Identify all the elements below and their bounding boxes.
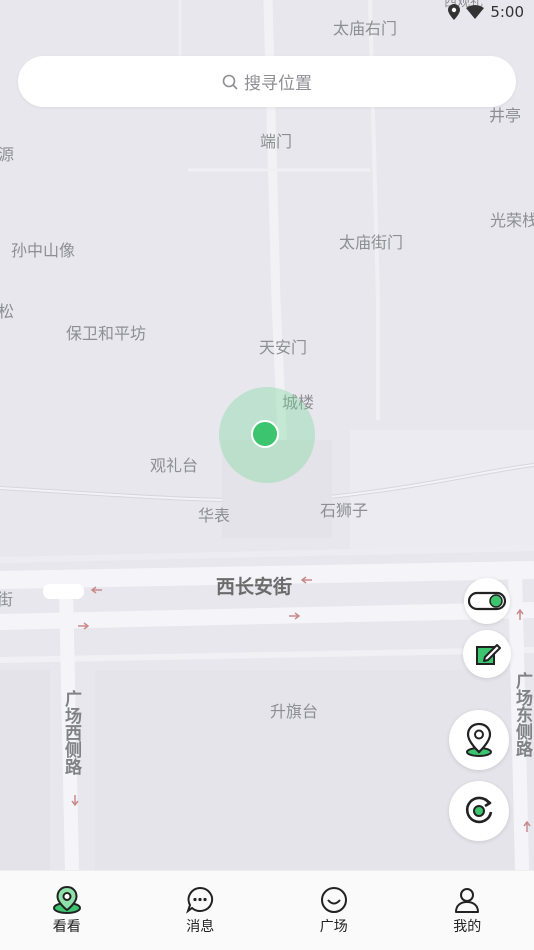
refresh-target-icon [463,795,495,827]
map-label-guangchang-west: 广场西侧路 [62,690,80,775]
map-label-jie: 街 [0,586,13,610]
edit-post-button[interactable] [463,630,511,678]
map-label-xichangan: 西长安街 [216,572,292,599]
locate-me-button[interactable] [449,710,509,770]
map-label-song: 松 [0,298,14,322]
tab-look[interactable]: 看看 [0,871,134,950]
map-label-duanmen: 端门 [260,128,292,152]
search-icon [222,74,238,90]
bottom-tab-bar: 看看 消息 广场 我的 [0,870,534,950]
map-label-taimiao-right-gate: 太庙右门 [333,15,397,39]
tab-plaza-label: 广场 [320,916,348,936]
search-placeholder: 搜寻位置 [244,69,312,94]
map-pin-icon [52,886,82,914]
visibility-toggle-button[interactable] [464,578,510,624]
status-bar: 5:00 [448,3,524,21]
user-icon [453,886,481,914]
tab-plaza[interactable]: 广场 [267,871,401,950]
map-label-shishizi: 石狮子 [320,497,368,521]
tab-me-label: 我的 [453,916,481,936]
map-label-guanlitai: 观礼台 [150,452,198,476]
map-label-taimiao-street-gate: 太庙街门 [339,229,403,253]
map-label-tiananmen: 天安门 [259,334,307,358]
current-location-dot [251,420,279,448]
location-pin-icon [448,4,460,20]
map-label-sun-zhongshan: 孙中山像 [11,237,75,261]
tab-me[interactable]: 我的 [401,871,534,950]
map-label-baowei-peace: 保卫和平坊 [66,320,146,344]
map-label-yuan: 源 [0,141,14,165]
map-pin-icon [462,722,496,758]
edit-icon [473,640,501,668]
wifi-icon [466,5,484,19]
map-label-guangchang-east: 广场东侧路 [513,672,531,757]
refresh-location-button[interactable] [449,781,509,841]
map-label-huabiao: 华表 [198,502,230,526]
tab-messages-label: 消息 [186,916,214,936]
tab-look-label: 看看 [53,916,81,936]
toggle-switch-icon [467,590,507,612]
map-label-guangrong: 光荣栈 [490,207,534,231]
status-time: 5:00 [490,3,524,21]
tab-messages[interactable]: 消息 [134,871,268,950]
search-bar[interactable]: 搜寻位置 [18,56,516,107]
map-label-shengqitai: 升旗台 [270,698,318,722]
chat-bubble-icon [186,886,214,914]
smile-circle-icon [320,886,348,914]
